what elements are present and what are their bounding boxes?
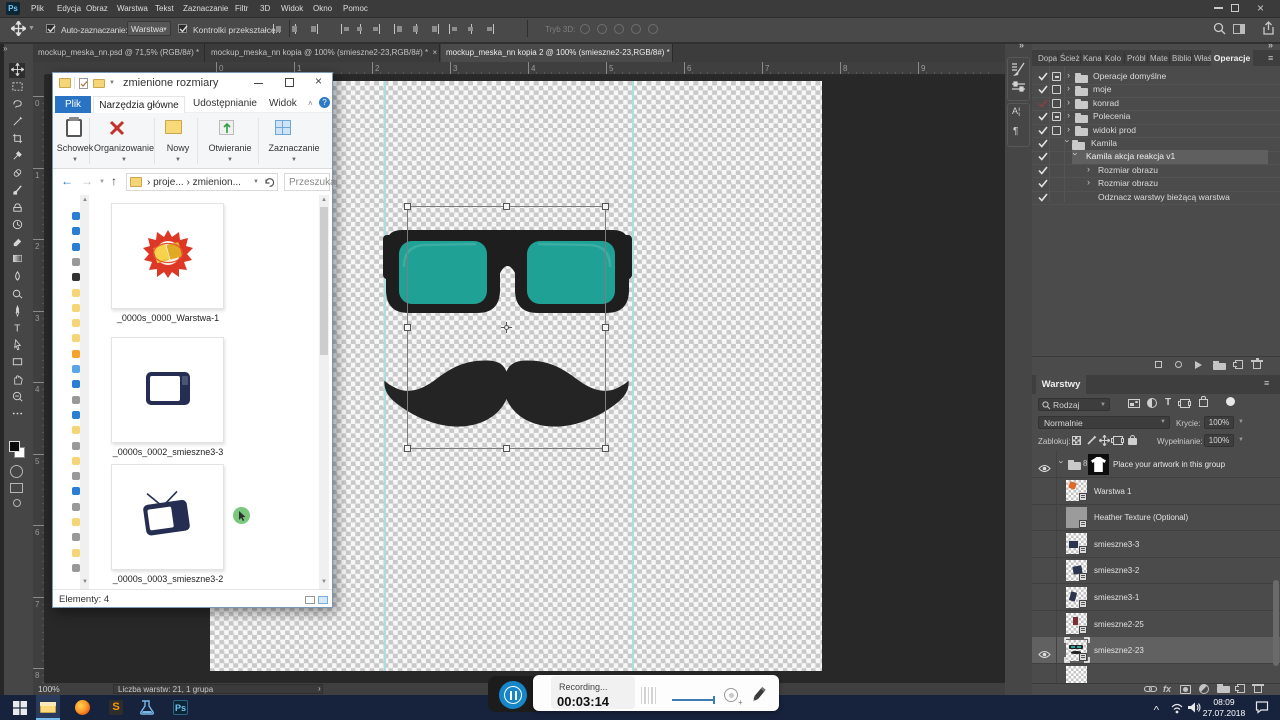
svg-text:T: T [14,324,20,334]
